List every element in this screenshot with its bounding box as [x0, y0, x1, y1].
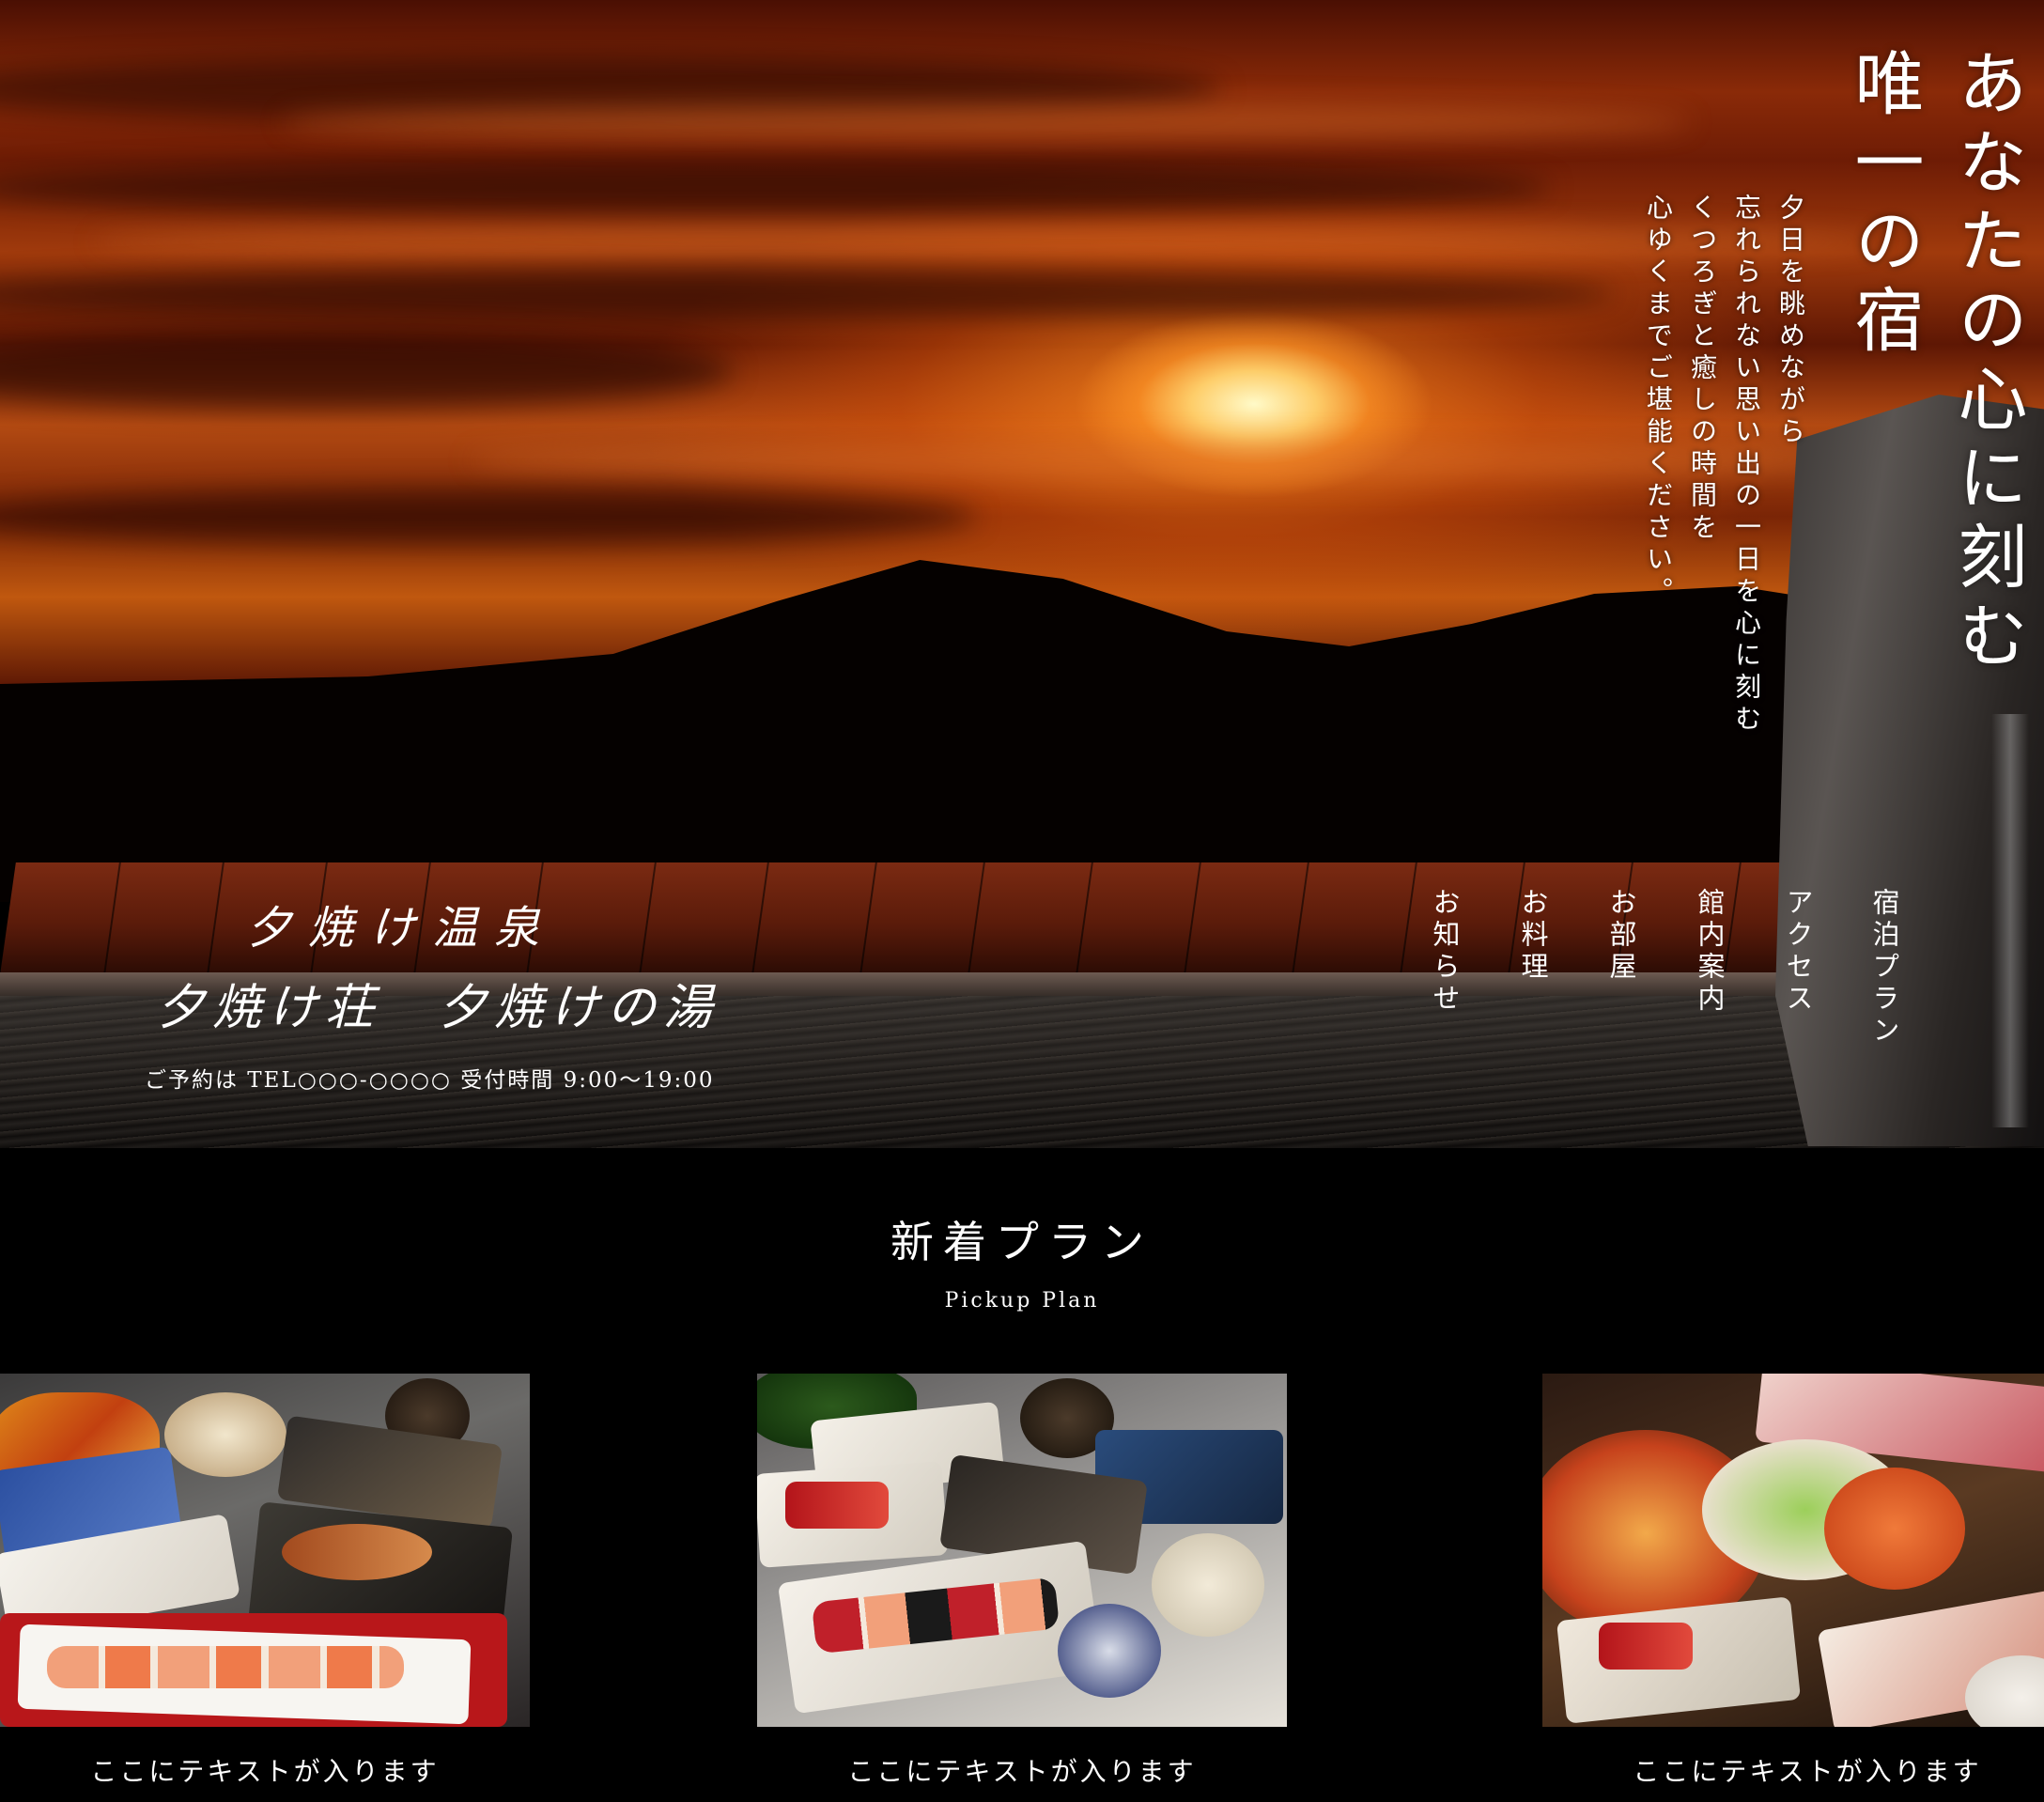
simmered-bowl [164, 1392, 286, 1477]
reservation-info: ご予約は TEL○○○-○○○○ 受付時間 9:00〜19:00 [145, 1068, 715, 1093]
blue-bowl [1058, 1604, 1161, 1698]
cloud-band [0, 334, 733, 409]
shrimp-bowl [1824, 1468, 1965, 1590]
nav-item-cuisine[interactable]: お料理 [1513, 888, 1553, 984]
grilled-fish [282, 1524, 432, 1580]
nav-item-rooms[interactable]: お部屋 [1602, 888, 1641, 984]
water-spout [1991, 714, 2029, 1127]
nav-item-access[interactable]: アクセス [1778, 888, 1818, 1016]
tagline-line: くつろぎと癒しの時間を [1687, 194, 1718, 545]
cloud-band [0, 489, 977, 545]
plan-card[interactable]: ここにテキストが入ります [0, 1374, 530, 1789]
nav-item-news[interactable]: お知らせ [1425, 888, 1464, 1016]
logo-line2[interactable]: 夕焼け荘 夕焼けの湯 [156, 968, 720, 1038]
plan-card[interactable]: ここにテキストが入ります [757, 1374, 1287, 1789]
sushi [47, 1646, 404, 1688]
tuna-sashimi [1599, 1623, 1693, 1670]
plan-image[interactable] [757, 1374, 1287, 1727]
hero-headline: あなたの心に刻む唯一の宿 [1843, 47, 2027, 678]
section-subtitle: Pickup Plan [944, 1289, 1100, 1313]
cloud-band [94, 225, 1879, 258]
plan-caption[interactable]: ここにテキストが入ります [0, 1751, 530, 1789]
hero-tagline: 夕日を眺めながら 忘れられない思い出の一日を心に刻む くつろぎと癒しの時間を 心… [1636, 194, 1813, 776]
nav-item-plans[interactable]: 宿泊プラン [1865, 888, 1904, 1048]
cloud-band [0, 160, 1550, 216]
simmered-bowl [1152, 1533, 1264, 1637]
tagline-line: 夕日を眺めながら [1775, 194, 1806, 449]
cloud-band [0, 268, 1616, 319]
plan-image[interactable] [0, 1374, 530, 1727]
nav-item-facilities[interactable]: 館内案内 [1690, 888, 1729, 1016]
tagline-line: 心ゆくまでご堪能ください。 [1643, 194, 1674, 609]
plan-card[interactable]: ここにテキストが入ります [1542, 1374, 2044, 1789]
hero-image: あなたの心に刻む唯一の宿 夕日を眺めながら 忘れられない思い出の一日を心に刻む … [0, 0, 2044, 1148]
plan-caption[interactable]: ここにテキストが入ります [1542, 1751, 2044, 1789]
section-title: 新着プラン [890, 1217, 1154, 1267]
cloud-band [282, 103, 1691, 141]
plan-caption[interactable]: ここにテキストが入ります [757, 1751, 1287, 1789]
plan-image[interactable] [1542, 1374, 2044, 1727]
tuna-sashimi [785, 1482, 889, 1529]
logo-line1[interactable]: 夕焼け温泉 [246, 891, 556, 956]
tagline-line: 忘れられない思い出の一日を心に刻む [1731, 194, 1762, 737]
